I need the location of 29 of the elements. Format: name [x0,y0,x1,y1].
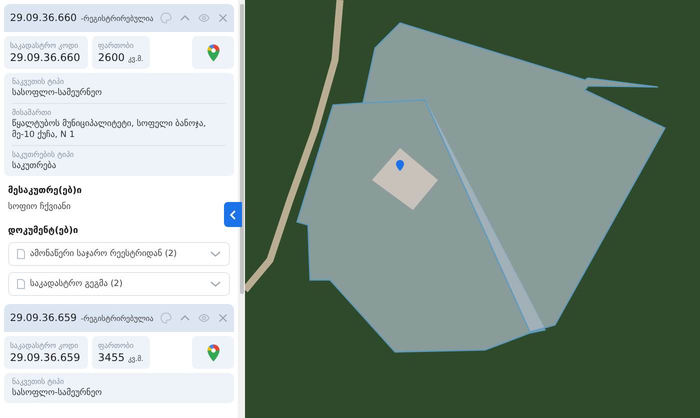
field-value: სასოფლო-სამეურნეო [12,388,103,400]
close-icon[interactable] [217,12,230,24]
document-row[interactable]: საკადასტრო გეგმა (2) [8,272,230,296]
map-pin-icon [206,44,220,62]
palette-icon[interactable] [160,312,172,324]
close-icon[interactable] [217,312,230,324]
field-value: სასოფლო-სამეურნეო [12,88,103,100]
field-value: საკუთრება [12,161,58,172]
document-icon [17,249,25,260]
parcel-code: 29.09.36.660 [10,12,77,24]
house-roof [372,148,438,210]
location-pin-icon [396,160,404,171]
section-title: მესაკუთრე(ებ)ი [8,186,83,196]
scrollbar-thumb[interactable] [240,4,244,294]
chevron-left-icon [229,210,237,220]
section-title: დოკუმენტ(ებ)ი [8,226,80,236]
document-row[interactable]: ამონაწერი საჯარო რეესტრიდან (2) [8,242,230,266]
maps-button[interactable] [192,36,234,69]
satellite-map[interactable] [245,0,700,418]
parcel-code: 29.09.36.659 [10,312,77,324]
eye-icon[interactable] [198,12,210,24]
document-icon [17,279,25,290]
eye-icon[interactable] [198,312,210,324]
owner-name: სოფიო ჩქვიანი [8,202,72,212]
field-value: წყალტუბოს მუნიციპალიტეტი, სოფელი ბანოჯა, მე-10 ქუჩა, N 1 [12,119,208,142]
collapse-button[interactable] [224,202,242,227]
palette-icon[interactable] [160,12,172,24]
map-pin-icon [206,344,220,362]
maps-button[interactable] [192,336,234,370]
